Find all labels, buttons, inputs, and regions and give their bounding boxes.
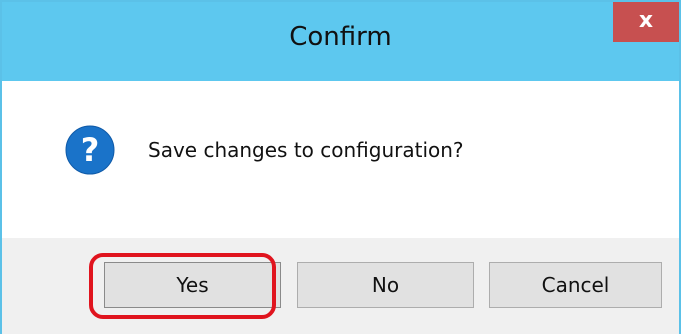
cancel-button[interactable]: Cancel — [489, 262, 662, 308]
close-button[interactable]: x — [613, 2, 679, 42]
button-bar: Yes No Cancel — [2, 238, 679, 334]
dialog-content: ? Save changes to configuration? — [2, 81, 679, 238]
svg-text:?: ? — [81, 131, 100, 169]
confirm-dialog: Confirm x ? Save changes to configuratio… — [0, 0, 681, 334]
title-bar[interactable]: Confirm x — [2, 2, 679, 81]
no-button[interactable]: No — [297, 262, 474, 308]
close-icon: x — [638, 8, 654, 33]
yes-button[interactable]: Yes — [104, 262, 281, 308]
dialog-title: Confirm — [289, 22, 392, 52]
confirm-message: Save changes to configuration? — [148, 138, 464, 162]
question-icon: ? — [65, 125, 115, 175]
